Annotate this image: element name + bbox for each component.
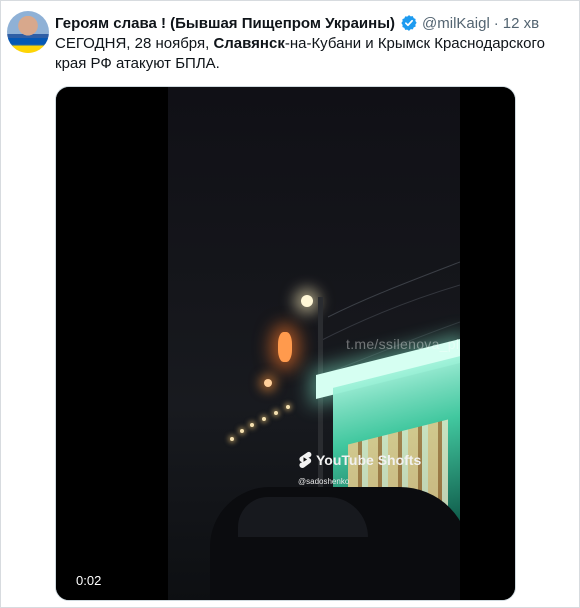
tweet-text-bold: Славянск: [213, 35, 285, 52]
distant-street-lights: [228, 397, 308, 457]
tweet-text-start: СЕГОДНЯ, 28 ноября,: [55, 35, 214, 52]
light-pole: [318, 297, 323, 507]
shorts-logo-icon: [298, 451, 312, 469]
tweet-card[interactable]: Героям слава ! (Бывшая Пищепром Украины)…: [0, 0, 580, 608]
separator-dot: ·: [493, 14, 499, 32]
author-handle[interactable]: @milKaigl: [422, 15, 490, 32]
street-light: [301, 295, 313, 307]
author-avatar[interactable]: [7, 11, 49, 53]
flag-overlay: [7, 38, 49, 53]
verified-badge-icon: [400, 14, 418, 32]
video-timestamp: 0:02: [70, 571, 108, 591]
video-pillarbox-left: [56, 87, 168, 600]
tweet-header: Героям слава ! (Бывшая Пищепром Украины)…: [55, 12, 539, 34]
author-name[interactable]: Героям слава ! (Бывшая Пищепром Украины): [55, 15, 395, 32]
telegram-watermark: t.me/ssilenova_plus: [346, 336, 460, 352]
shorts-author-handle: @sadoshenko: [298, 477, 350, 486]
video-player[interactable]: t.me/ssilenova_plus YouTube Shofts @sado…: [55, 86, 516, 601]
youtube-shorts-badge: YouTube Shofts: [298, 451, 421, 469]
tweet-text: СЕГОДНЯ, 28 ноября, Славянск-на-Кубани и…: [55, 34, 563, 74]
shorts-label: YouTube Shofts: [316, 452, 422, 468]
car-windshield: [238, 497, 368, 537]
secondary-flash: [264, 379, 272, 387]
video-frame[interactable]: t.me/ssilenova_plus YouTube Shofts @sado…: [168, 87, 460, 600]
tweet-time[interactable]: 12 хв: [503, 15, 539, 32]
video-pillarbox-right: [460, 87, 515, 600]
drone-explosion-flash: [278, 332, 292, 362]
